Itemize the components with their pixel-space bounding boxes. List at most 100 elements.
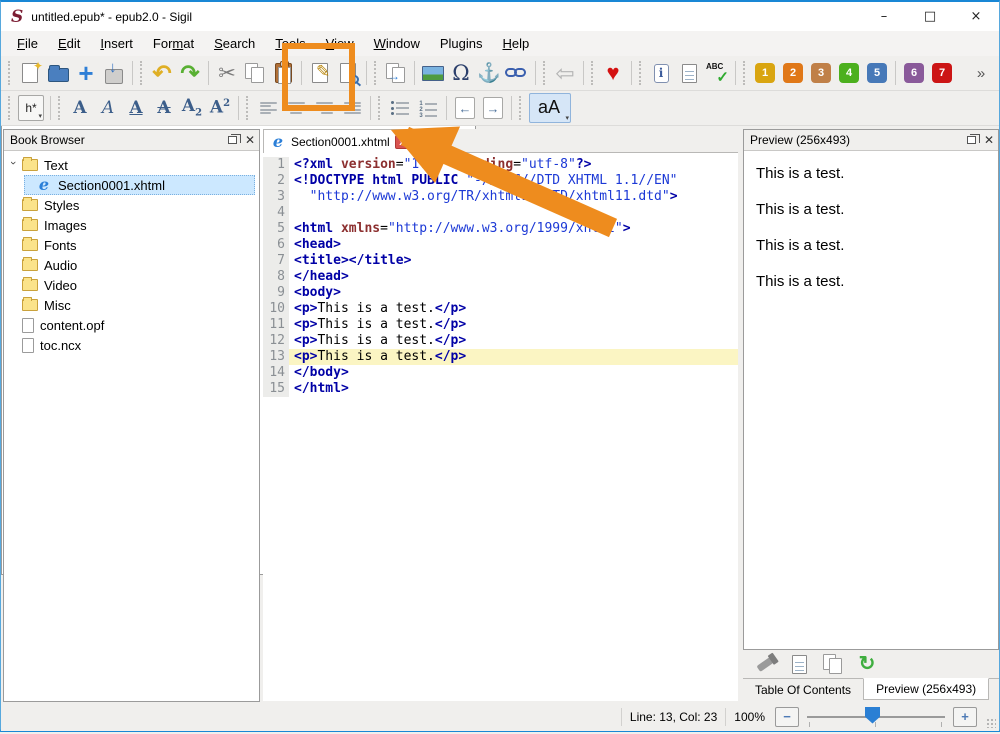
bullet-list-button[interactable] <box>386 93 414 123</box>
tab-close-icon[interactable]: x <box>395 135 409 149</box>
subscript-button[interactable]: A2 <box>178 93 206 123</box>
next-button[interactable]: → <box>479 93 507 123</box>
plugin-4-icon[interactable]: 4 <box>835 58 863 88</box>
open-file-icon[interactable] <box>44 58 72 88</box>
toolbar-handle[interactable] <box>8 96 13 120</box>
strikethrough-button[interactable]: A <box>150 93 178 123</box>
find-icon[interactable] <box>334 58 362 88</box>
metadata-icon[interactable]: i <box>647 58 675 88</box>
toolbar-handle[interactable] <box>543 61 548 85</box>
add-existing-icon[interactable]: + <box>72 58 100 88</box>
code-line-12[interactable]: 12<p>This is a test.</p> <box>263 333 738 349</box>
menu-format[interactable]: Format <box>143 33 204 54</box>
menu-search[interactable]: Search <box>204 33 265 54</box>
resize-grip[interactable] <box>986 718 996 728</box>
toolbar-handle[interactable] <box>378 96 383 120</box>
superscript-button[interactable]: A2 <box>206 93 234 123</box>
redo-icon[interactable]: ↷ <box>176 58 204 88</box>
zoom-out-button[interactable]: − <box>775 707 799 727</box>
editor-tab[interactable]: e Section0001.xhtml x <box>263 129 416 153</box>
copy-icon[interactable] <box>241 58 269 88</box>
insert-link-icon[interactable] <box>503 58 531 88</box>
menu-view[interactable]: View <box>316 33 364 54</box>
tree-item-images[interactable]: Images <box>4 215 259 235</box>
select-all-icon[interactable] <box>787 649 811 679</box>
plugin-7-icon[interactable]: 7 <box>928 58 956 88</box>
tab-table-of-contents[interactable]: Table Of Contents <box>743 679 863 701</box>
toolbar-handle[interactable] <box>8 61 13 85</box>
code-line-14[interactable]: 14</body> <box>263 365 738 381</box>
toolbar-handle[interactable] <box>246 96 251 120</box>
menu-tools[interactable]: Tools <box>265 33 315 54</box>
spellcheck-icon[interactable]: ABC✓ <box>703 58 731 88</box>
bold-button[interactable]: A <box>66 93 94 123</box>
menu-plugins[interactable]: Plugins <box>430 33 493 54</box>
maximize-button[interactable]: □ <box>907 2 953 31</box>
close-panel-icon[interactable]: ✕ <box>245 134 255 146</box>
inspect-icon[interactable] <box>753 649 777 679</box>
plugin-6-icon[interactable]: 6 <box>900 58 928 88</box>
menu-window[interactable]: Window <box>364 33 430 54</box>
code-view[interactable]: 1<?xml version="1.0" encoding="utf-8"?>2… <box>263 153 738 701</box>
code-line-9[interactable]: 9<body> <box>263 285 738 301</box>
donate-heart-icon[interactable]: ♥ <box>599 58 627 88</box>
previous-button[interactable]: ← <box>451 93 479 123</box>
tree-item-section0001-xhtml[interactable]: eSection0001.xhtml <box>4 175 259 195</box>
menu-file[interactable]: File <box>7 33 48 54</box>
plugin-2-icon[interactable]: 2 <box>779 58 807 88</box>
zoom-slider-handle[interactable] <box>865 707 880 724</box>
tree-item-misc[interactable]: Misc <box>4 295 259 315</box>
toolbar-handle[interactable] <box>58 96 63 120</box>
numbered-list-button[interactable]: 123 <box>414 93 442 123</box>
plugin-5-icon[interactable]: 5 <box>863 58 891 88</box>
code-line-15[interactable]: 15</html> <box>263 381 738 397</box>
tree-item-toc-ncx[interactable]: toc.ncx <box>4 335 259 355</box>
expand-chevron-icon[interactable]: › <box>7 158 19 168</box>
copy-preview-icon[interactable] <box>821 649 845 679</box>
tree-item-text[interactable]: ›Text <box>4 155 259 175</box>
underline-button[interactable]: A <box>122 93 150 123</box>
toolbar-handle[interactable] <box>591 61 596 85</box>
refresh-icon[interactable]: ↻ <box>855 649 879 679</box>
plugin-1-icon[interactable]: 1 <box>751 58 779 88</box>
special-character-icon[interactable]: Ω <box>447 58 475 88</box>
code-line-3[interactable]: 3 "http://www.w3.org/TR/xhtml11/DTD/xhtm… <box>263 189 738 205</box>
toolbar-handle[interactable] <box>519 96 524 120</box>
align-justify-button[interactable] <box>338 93 366 123</box>
float-panel-icon[interactable] <box>228 136 237 144</box>
heading-style-button[interactable]: h*▾ <box>16 93 46 123</box>
insert-image-icon[interactable] <box>419 58 447 88</box>
code-line-4[interactable]: 4 <box>263 205 738 221</box>
menu-help[interactable]: Help <box>493 33 540 54</box>
code-line-5[interactable]: 5<html xmlns="http://www.w3.org/1999/xht… <box>263 221 738 237</box>
float-panel-icon[interactable] <box>967 136 976 144</box>
code-line-8[interactable]: 8</head> <box>263 269 738 285</box>
toolbar-handle[interactable] <box>374 61 379 85</box>
zoom-in-button[interactable]: + <box>953 707 977 727</box>
save-icon[interactable]: ↓ <box>100 58 128 88</box>
tab-preview-256x493-[interactable]: Preview (256x493) <box>863 678 989 700</box>
code-line-1[interactable]: 1<?xml version="1.0" encoding="utf-8"?> <box>263 157 738 173</box>
align-right-button[interactable] <box>310 93 338 123</box>
align-center-button[interactable] <box>282 93 310 123</box>
minimize-button[interactable]: – <box>861 2 907 31</box>
undo-icon[interactable]: ↶ <box>148 58 176 88</box>
tree-item-fonts[interactable]: Fonts <box>4 235 259 255</box>
toolbar-handle[interactable] <box>743 61 748 85</box>
close-button[interactable]: × <box>953 2 999 31</box>
edit-pencil-icon[interactable]: ✎ <box>306 58 334 88</box>
tree-item-audio[interactable]: Audio <box>4 255 259 275</box>
validate-icon[interactable] <box>675 58 703 88</box>
menu-edit[interactable]: Edit <box>48 33 90 54</box>
split-section-icon[interactable]: → <box>382 58 410 88</box>
italic-button[interactable]: A <box>94 93 122 123</box>
toolbar-overflow-icon[interactable]: » <box>967 58 995 88</box>
paste-icon[interactable] <box>269 58 297 88</box>
toolbar-handle[interactable] <box>140 61 145 85</box>
code-line-7[interactable]: 7<title></title> <box>263 253 738 269</box>
tree-item-video[interactable]: Video <box>4 275 259 295</box>
code-line-11[interactable]: 11<p>This is a test.</p> <box>263 317 738 333</box>
close-panel-icon[interactable]: ✕ <box>984 134 994 146</box>
code-line-10[interactable]: 10<p>This is a test.</p> <box>263 301 738 317</box>
anchor-icon[interactable]: ⚓ <box>475 58 503 88</box>
